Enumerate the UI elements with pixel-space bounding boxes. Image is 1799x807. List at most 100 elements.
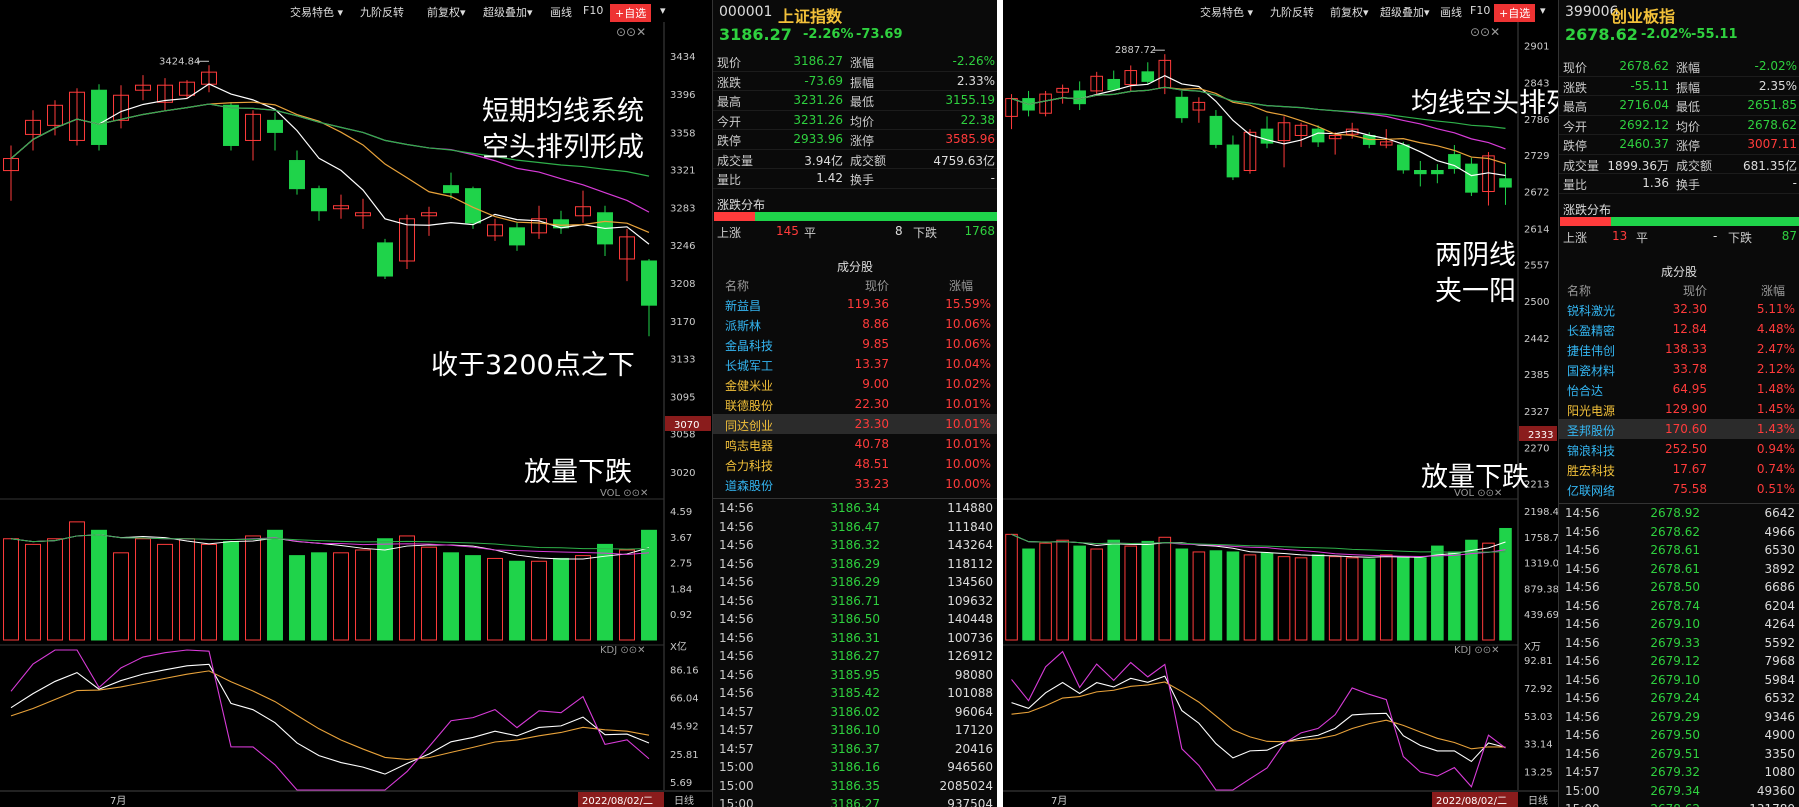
candle-body [1431, 170, 1444, 175]
tick-volume: 937504 [947, 797, 993, 807]
candle-body [465, 188, 481, 224]
stat-row: 最高 2716.04 最低 2651.85 [1559, 96, 1799, 116]
tick-time: 14:56 [1565, 635, 1600, 650]
constituent-row[interactable]: 同达创业 23.30 10.01% [713, 414, 997, 434]
tick-time: 14:56 [1565, 598, 1600, 613]
constituent-pct: 1.45% [1756, 402, 1795, 416]
y-tick-label: 3058 [670, 430, 695, 441]
constituent-row[interactable]: 锦浪科技 252.50 0.94% [1559, 439, 1799, 459]
tick-price: 3186.16 [830, 760, 880, 774]
column-header: 名称 [1567, 284, 1592, 298]
kdj-line [1011, 675, 1506, 763]
stat-label: 量比 [1563, 178, 1588, 192]
constituent-name: 鸣志电器 [725, 439, 774, 453]
volume-bar [47, 538, 63, 641]
volume-bar [1379, 554, 1393, 641]
constituent-row[interactable]: 怡合达 64.95 1.48% [1559, 379, 1799, 399]
constituent-row[interactable]: 派斯林 8.86 10.06% [713, 314, 997, 334]
quote-sidebar: 000001 上证指数 3186.27 -2.26% -73.69 现价 3186.27 涨幅… [712, 0, 997, 807]
tick-row: 15:00 3186.27 937504 [713, 795, 997, 807]
distribution-title: 涨跌分布 [717, 198, 766, 212]
stat-row: 今开 3231.26 均价 22.38 [713, 111, 997, 130]
volume-bar [311, 552, 327, 641]
constituent-row[interactable]: 阳光电源 129.90 1.45% [1559, 399, 1799, 419]
tick-volume: 4264 [1764, 617, 1795, 631]
tick-volume: 5984 [1764, 672, 1795, 687]
constituent-row[interactable]: 胜宏科技 17.67 0.74% [1559, 459, 1799, 479]
vol-tick-label: 2.75 [670, 559, 692, 570]
constituent-row[interactable]: 亿联网络 75.58 0.51% [1559, 479, 1799, 499]
candle-body [1414, 170, 1427, 175]
constituent-row[interactable]: 金晶科技 9.85 10.06% [713, 334, 997, 354]
candle-body [1311, 128, 1325, 143]
vol-tick-label: 1758.76 [1524, 533, 1558, 544]
distribution-title: 涨跌分布 [1563, 203, 1612, 217]
y-tick-label: 3170 [670, 317, 695, 328]
constituent-price: 129.90 [1665, 402, 1707, 416]
tick-time: 14:56 [1565, 746, 1600, 761]
stat-label: 今开 [1563, 119, 1588, 134]
tick-time: 14:56 [719, 630, 754, 645]
tick-row: 14:56 3186.27 126912 [713, 647, 997, 666]
stat-label: 涨幅 [1676, 61, 1701, 75]
volume-bar [245, 535, 261, 641]
volume-bar [377, 538, 393, 641]
y-tick-label: 3095 [670, 393, 695, 404]
stat-label: 成交量 [1563, 158, 1600, 173]
constituents-header: 名称 现价 涨幅 [1559, 279, 1799, 299]
vol-tick-label: 1.84 [670, 584, 692, 595]
annotation: 两阴线 [1435, 240, 1516, 271]
stat-value: 2.33% [956, 73, 995, 88]
tick-price: 3186.31 [830, 630, 880, 645]
constituent-name: 阳光电源 [1567, 404, 1616, 418]
tick-row: 15:00 2679.34 49360 [1559, 782, 1799, 801]
constituent-row[interactable]: 联德股份 22.30 10.01% [713, 394, 997, 414]
volume-bar [1328, 556, 1342, 641]
constituent-row[interactable]: 道森股份 33.23 10.00% [713, 474, 997, 494]
tick-volume: 4966 [1764, 524, 1795, 539]
volume-bar [465, 555, 481, 641]
tick-price: 3186.02 [830, 704, 880, 719]
kdj-tick-label: 86.16 [670, 665, 699, 676]
tick-volume: 109632 [947, 593, 993, 608]
volume-bar [223, 541, 239, 641]
constituent-row[interactable]: 捷佳伟创 138.33 2.47% [1559, 339, 1799, 359]
constituent-pct: 10.02% [945, 377, 991, 391]
candle-body [1226, 144, 1240, 178]
current-price-label: 2333 [1528, 430, 1553, 441]
tick-volume: 6532 [1764, 691, 1795, 705]
constituent-row[interactable]: 国瓷材料 33.78 2.12% [1559, 359, 1799, 379]
candle-body [509, 227, 525, 246]
constituent-pct: 10.06% [945, 337, 991, 351]
constituent-row[interactable]: 圣邦股份 170.60 1.43% [1559, 419, 1799, 439]
constituent-price: 13.37 [854, 357, 889, 371]
constituent-row[interactable]: 新益昌 119.36 15.59% [713, 294, 997, 314]
stat-value: 2651.85 [1747, 98, 1797, 112]
constituent-price: 9.85 [862, 337, 889, 351]
tick-volume: 2085024 [939, 778, 993, 793]
vol-tick-label: 0.92 [670, 610, 692, 621]
candle-body [1107, 78, 1121, 91]
stat-value: 3.94亿 [804, 153, 843, 168]
stat-label: 均价 [850, 114, 875, 129]
tick-time: 14:56 [1565, 561, 1600, 576]
constituent-row[interactable]: 合力科技 48.51 10.00% [713, 454, 997, 474]
constituent-price: 138.33 [1665, 342, 1707, 356]
volume-bar [1243, 554, 1257, 641]
constituent-row[interactable]: 鸣志电器 40.78 10.01% [713, 434, 997, 454]
candle-body [1209, 115, 1223, 145]
date-label: 2022/08/02/二 [1436, 796, 1507, 807]
constituent-pct: 10.01% [945, 437, 991, 451]
volume-bar [333, 552, 349, 641]
constituent-row[interactable]: 锐科激光 32.30 5.11% [1559, 299, 1799, 319]
constituent-row[interactable]: 长盈精密 12.84 4.48% [1559, 319, 1799, 339]
constituent-price: 119.36 [847, 297, 889, 311]
column-header: 现价 [864, 279, 889, 293]
constituent-pct: 15.59% [945, 297, 991, 311]
volume-bar [443, 552, 459, 641]
volume-bar [1260, 552, 1274, 641]
constituent-row[interactable]: 长城军工 13.37 10.04% [713, 354, 997, 374]
constituent-row[interactable]: 金健米业 9.00 10.02% [713, 374, 997, 394]
y-tick-label: 2729 [1524, 151, 1549, 162]
volume-bar [1005, 533, 1018, 641]
